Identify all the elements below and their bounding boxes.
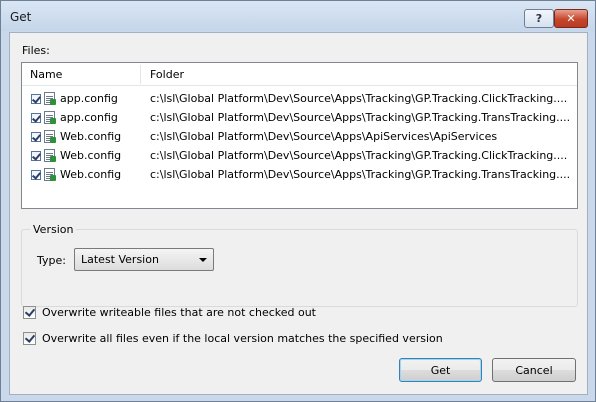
file-name: app.config bbox=[60, 92, 118, 105]
dialog-body: Files: Name Folder app.config c:\lsl\Glo… bbox=[9, 32, 588, 395]
files-label: Files: bbox=[22, 44, 50, 57]
file-row-checkbox[interactable] bbox=[31, 132, 41, 142]
help-icon: ? bbox=[535, 12, 543, 25]
file-name: Web.config bbox=[60, 149, 122, 162]
column-divider[interactable] bbox=[140, 65, 141, 84]
overwrite-all-label[interactable]: Overwrite all files even if the local ve… bbox=[42, 332, 443, 345]
get-button[interactable]: Get bbox=[399, 358, 482, 382]
window-title: Get bbox=[10, 10, 32, 24]
file-row[interactable]: Web.config c:\lsl\Global Platform\Dev\So… bbox=[22, 165, 577, 184]
close-icon: ✕ bbox=[566, 12, 576, 25]
file-row-checkbox[interactable] bbox=[31, 151, 41, 161]
overwrite-all-checkbox[interactable] bbox=[23, 332, 36, 345]
config-file-icon bbox=[44, 168, 56, 181]
type-label: Type: bbox=[37, 254, 66, 267]
config-file-icon bbox=[44, 92, 56, 105]
column-header-name[interactable]: Name bbox=[30, 68, 62, 81]
get-button-label: Get bbox=[430, 363, 451, 377]
files-list-header: Name Folder bbox=[22, 63, 577, 86]
file-folder: c:\lsl\Global Platform\Dev\Source\Apps\T… bbox=[150, 111, 571, 124]
file-row[interactable]: Web.config c:\lsl\Global Platform\Dev\So… bbox=[22, 146, 577, 165]
file-row-checkbox[interactable] bbox=[31, 113, 41, 123]
chevron-down-icon bbox=[199, 258, 207, 262]
file-row[interactable]: Web.config c:\lsl\Global Platform\Dev\So… bbox=[22, 127, 577, 146]
file-folder: c:\lsl\Global Platform\Dev\Source\Apps\A… bbox=[150, 130, 498, 143]
file-row-checkbox[interactable] bbox=[31, 94, 41, 104]
file-folder: c:\lsl\Global Platform\Dev\Source\Apps\T… bbox=[150, 92, 568, 105]
files-list[interactable]: Name Folder app.config c:\lsl\Global Pla… bbox=[21, 62, 578, 209]
close-button[interactable]: ✕ bbox=[554, 9, 588, 28]
title-bar[interactable]: Get ? ✕ bbox=[1, 1, 595, 31]
config-file-icon bbox=[44, 149, 56, 162]
overwrite-writeable-label[interactable]: Overwrite writeable files that are not c… bbox=[42, 306, 316, 319]
version-group-label: Version bbox=[30, 223, 77, 236]
version-type-value: Latest Version bbox=[81, 253, 159, 266]
help-button[interactable]: ? bbox=[524, 9, 554, 28]
version-type-dropdown[interactable]: Latest Version bbox=[74, 248, 214, 271]
overwrite-writeable-checkbox[interactable] bbox=[23, 306, 36, 319]
file-folder: c:\lsl\Global Platform\Dev\Source\Apps\T… bbox=[150, 168, 571, 181]
cancel-button[interactable]: Cancel bbox=[492, 358, 576, 382]
config-file-icon bbox=[44, 111, 56, 124]
file-folder: c:\lsl\Global Platform\Dev\Source\Apps\T… bbox=[150, 149, 568, 162]
file-name: Web.config bbox=[60, 168, 122, 181]
get-dialog: Get ? ✕ Files: Name Folder app.config c:… bbox=[0, 0, 596, 402]
file-row[interactable]: app.config c:\lsl\Global Platform\Dev\So… bbox=[22, 89, 577, 108]
file-row[interactable]: app.config c:\lsl\Global Platform\Dev\So… bbox=[22, 108, 577, 127]
file-name: Web.config bbox=[60, 130, 122, 143]
config-file-icon bbox=[44, 130, 56, 143]
cancel-button-label: Cancel bbox=[515, 363, 553, 377]
file-row-checkbox[interactable] bbox=[31, 170, 41, 180]
file-name: app.config bbox=[60, 111, 118, 124]
column-header-folder[interactable]: Folder bbox=[150, 68, 184, 81]
